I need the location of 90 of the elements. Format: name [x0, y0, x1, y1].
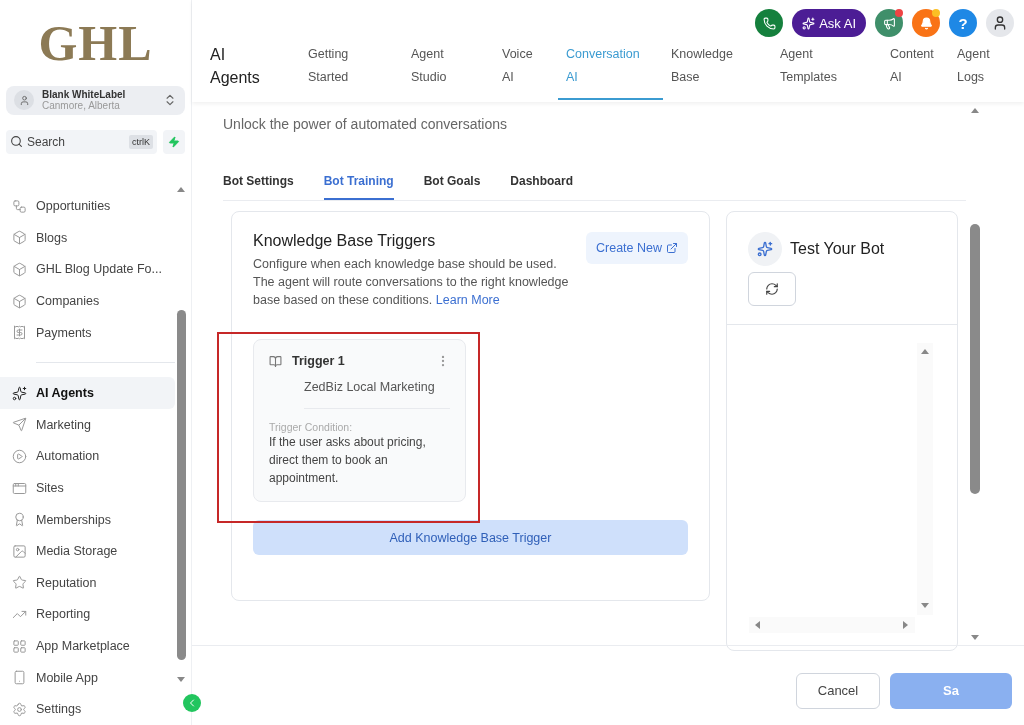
account-location: Canmore, Alberta [42, 100, 121, 112]
sidebar-item[interactable]: Marketing [0, 409, 175, 441]
refresh-icon [765, 282, 779, 296]
trigger-card[interactable]: Trigger 1 ZedBiz Local Marketing Trigger Condition: If the user asks about pricing, direct them to book an appointment. [253, 339, 466, 502]
sidebar-item[interactable]: Settings [0, 693, 175, 725]
star-icon [12, 575, 27, 591]
window-icon [12, 480, 27, 496]
collapse-button[interactable] [183, 694, 201, 712]
nav-tab[interactable]: Voice AI [494, 40, 558, 100]
megaphone-icon [882, 16, 896, 30]
trigger-name: Trigger 1 [292, 354, 346, 368]
nav-tab[interactable]: Knowledge Base [663, 40, 772, 100]
tab[interactable]: Bot Training [323, 174, 394, 200]
help-button[interactable]: ? [949, 9, 977, 37]
book-icon [269, 354, 282, 368]
refresh-button[interactable] [748, 272, 796, 306]
search-field[interactable]: Search ctrlK [6, 129, 157, 154]
play-circle-icon [12, 448, 27, 464]
external-link-icon [666, 242, 678, 254]
sidebar-item[interactable]: Reporting [0, 598, 175, 631]
sidebar-item[interactable]: GHL Blog Update Fo... [0, 253, 175, 286]
user-icon [992, 15, 1008, 31]
sparkles-icon [802, 16, 816, 30]
cancel-button[interactable]: Cancel [796, 672, 880, 709]
tab[interactable]: Dashboard [510, 174, 574, 200]
shortcut-key: ctrlK [129, 134, 153, 149]
sidebar-item[interactable]: Automation [0, 440, 175, 473]
scroll-arrow-icon[interactable] [753, 620, 763, 630]
nav-tab[interactable]: Getting Started [300, 40, 403, 100]
scroll-arrow-icon[interactable] [970, 106, 980, 116]
award-icon [12, 512, 27, 528]
card-description: Configure when each knowledge base should be used. The agent will route conversations to the right knowledge base based on these conditions. Learn More [253, 256, 570, 309]
sidebar-item[interactable]: Media Storage [0, 535, 175, 568]
tab[interactable]: Bot Settings [223, 174, 294, 200]
cube-icon [12, 293, 27, 309]
tab[interactable]: Bot Goals [423, 174, 481, 200]
grid-icon [12, 638, 27, 654]
condition-label: Trigger Condition: [269, 421, 354, 433]
sidebar-item[interactable]: Companies [0, 285, 175, 317]
quick-action-button[interactable] [163, 129, 185, 154]
card-title: Knowledge Base Triggers [253, 232, 437, 250]
network-icon [12, 198, 27, 214]
user-icon [14, 90, 34, 111]
sidebar-item[interactable]: Mobile App [0, 661, 175, 694]
sidebar-item[interactable]: App Marketplace [0, 630, 175, 662]
paper-plane-icon [12, 417, 27, 433]
condition-text: If the user asks about pricing, direct them to book an appointment. [269, 434, 427, 487]
logo: GHL [37, 14, 154, 73]
account-name: Blank WhiteLabel [42, 89, 127, 101]
sparkles-icon [748, 232, 782, 266]
scrollbar[interactable] [917, 343, 933, 615]
page-subtitle: Unlock the power of automated conversations [223, 116, 509, 132]
scroll-arrow-icon[interactable] [176, 185, 186, 195]
search-placeholder: Search [27, 134, 66, 149]
add-trigger-button[interactable]: Add Knowledge Base Trigger [253, 520, 688, 555]
bell-icon [919, 16, 933, 30]
lightning-icon [168, 135, 180, 148]
notifications-button[interactable] [912, 9, 940, 37]
create-new-button[interactable]: Create New [586, 232, 688, 264]
section-title: AI Agents [210, 45, 261, 88]
knowledge-base-name: ZedBiz Local Marketing [304, 380, 450, 409]
phone-icon [762, 16, 776, 30]
settings-icon [12, 701, 27, 717]
cube-icon [12, 262, 27, 277]
nav-tab[interactable]: Agent Logs [949, 40, 1009, 100]
sidebar-item[interactable]: Memberships [0, 503, 175, 536]
phone-device-icon [12, 670, 27, 686]
nav-tab[interactable]: Agent Studio [403, 40, 494, 100]
cube-icon [12, 230, 27, 246]
sparkles-icon [12, 385, 27, 401]
scrollbar[interactable] [749, 617, 915, 633]
nav-tab[interactable]: Content AI [882, 40, 949, 100]
learn-more-link[interactable]: Learn More [435, 293, 500, 307]
receipt-icon [12, 325, 27, 341]
scroll-arrow-icon[interactable] [920, 347, 930, 357]
account-switcher[interactable]: Blank WhiteLabel Canmore, Alberta [6, 86, 185, 115]
sidebar-item[interactable]: Sites [0, 472, 175, 504]
sidebar-item[interactable]: Reputation [0, 567, 175, 599]
ask-ai-button[interactable]: Ask AI [792, 9, 866, 37]
sidebar-item[interactable]: Payments [0, 316, 175, 349]
megaphone-button[interactable] [875, 9, 903, 37]
phone-button[interactable] [755, 9, 784, 37]
nav-tab[interactable]: Agent Templates [772, 40, 882, 100]
image-icon [12, 543, 27, 559]
panel-title: Test Your Bot [790, 240, 885, 258]
search-icon [10, 135, 23, 148]
sidebar-item[interactable]: Blogs [0, 222, 175, 254]
sidebar-item[interactable]: AI Agents [0, 377, 175, 410]
avatar[interactable] [986, 9, 1014, 37]
sidebar-item[interactable]: Opportunities [0, 190, 175, 223]
